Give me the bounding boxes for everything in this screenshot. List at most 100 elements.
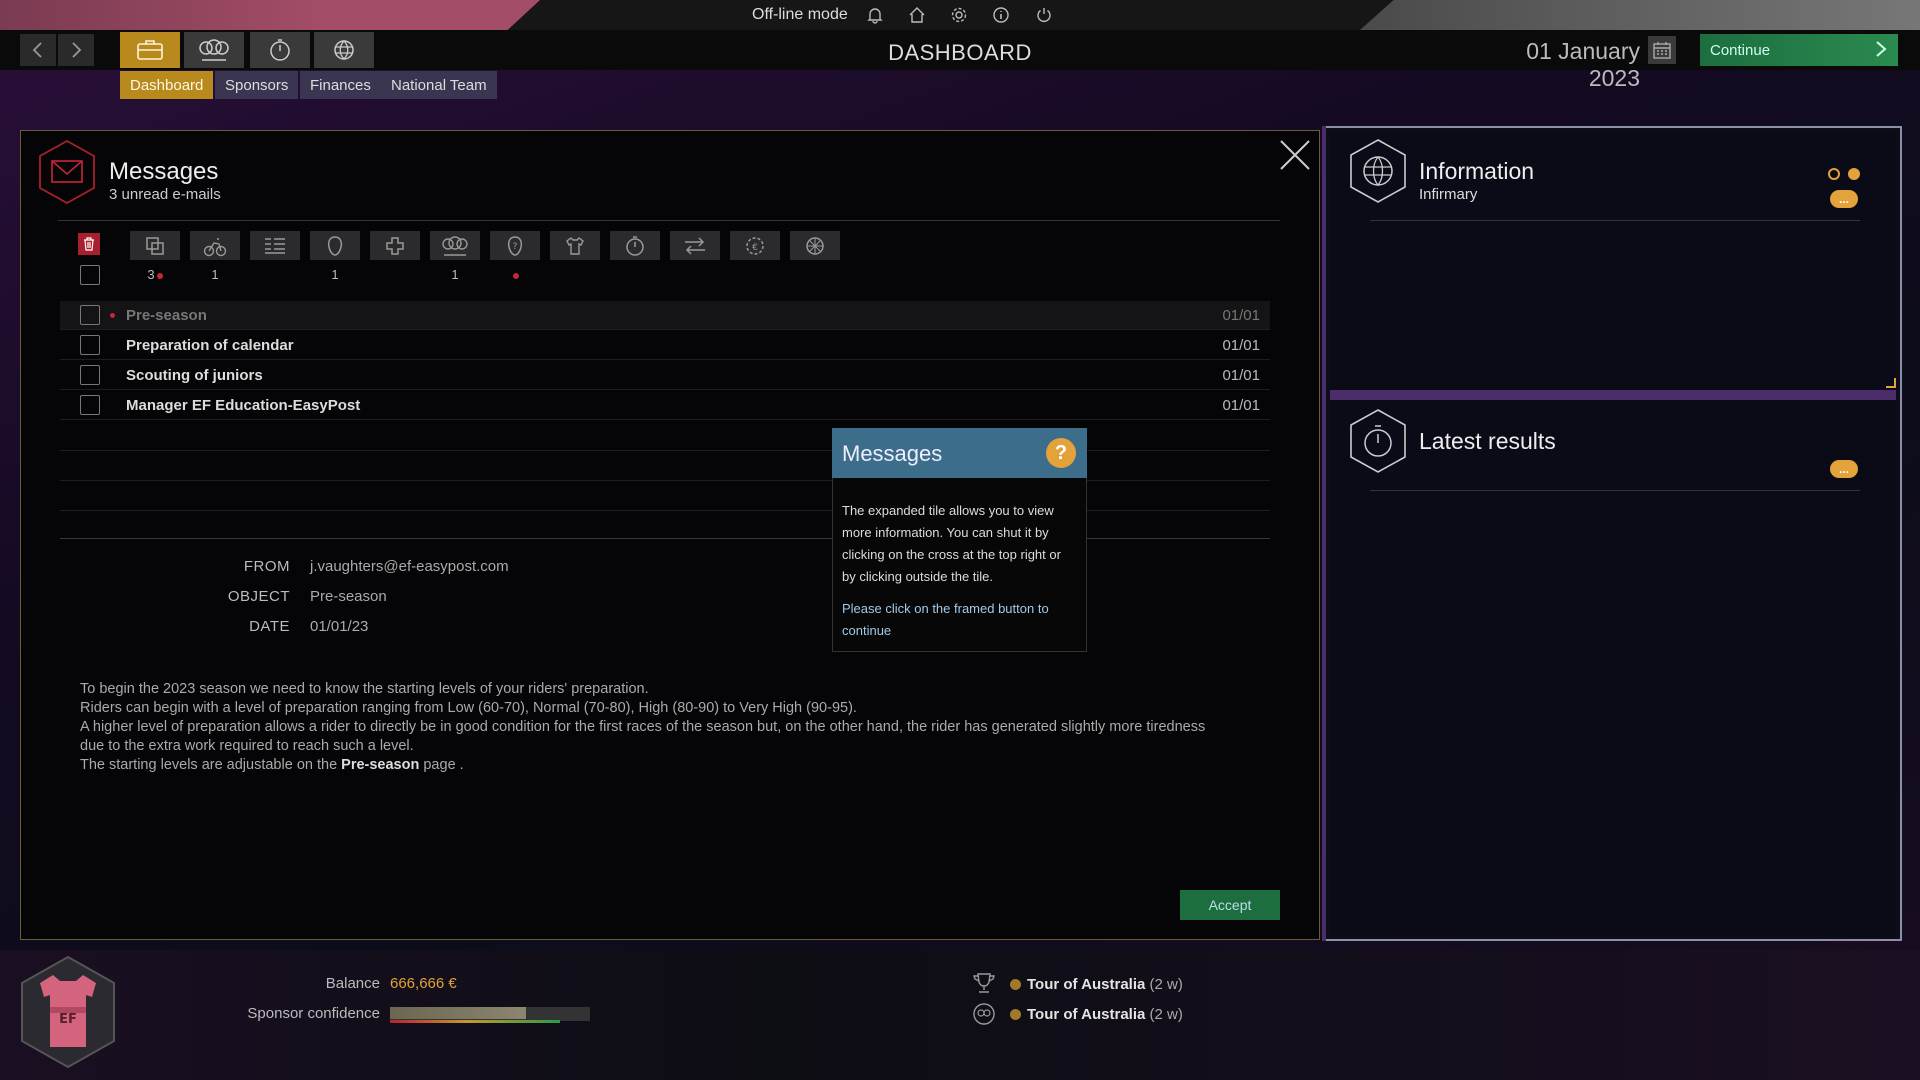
- balance-label: Balance: [325, 975, 380, 992]
- tab-races[interactable]: [250, 32, 310, 68]
- jersey-icon: [566, 236, 584, 255]
- from-label: FROM: [243, 558, 290, 575]
- delete-button[interactable]: [78, 233, 100, 255]
- svg-text:€: €: [752, 243, 758, 253]
- offline-mode-label: Off-line mode: [752, 6, 848, 23]
- help-icon[interactable]: ?: [1046, 438, 1076, 468]
- cyclist-icon: [203, 237, 227, 256]
- divider: [1370, 490, 1860, 491]
- sponsor-confidence-fill: [390, 1007, 526, 1019]
- filter-team[interactable]: [430, 231, 480, 260]
- tab-team[interactable]: [184, 32, 244, 68]
- date-label: DATE: [249, 618, 290, 635]
- calendar-icon: [1653, 42, 1671, 59]
- pre-season-link[interactable]: Pre-season: [341, 757, 419, 773]
- filter-medical[interactable]: [370, 231, 420, 260]
- message-row[interactable]: Manager EF Education-EasyPost 01/01: [60, 391, 1270, 420]
- row-checkbox[interactable]: [80, 305, 100, 325]
- balance-value: 666,666 €: [390, 975, 457, 992]
- latest-results-tile[interactable]: [1330, 400, 1896, 935]
- select-all-checkbox[interactable]: [80, 265, 100, 285]
- race-time: (2 w): [1149, 1006, 1183, 1023]
- filter-all[interactable]: [130, 231, 180, 260]
- filter-equipment[interactable]: [550, 231, 600, 260]
- results-hex-icon: [1348, 408, 1408, 479]
- race-name: Tour of Australia: [1027, 976, 1146, 993]
- information-title: Information: [1419, 158, 1535, 184]
- upcoming-race[interactable]: Tour of Australia (2 w): [1010, 1006, 1183, 1023]
- gear-icon[interactable]: [948, 4, 970, 26]
- filter-transfers[interactable]: [670, 231, 720, 260]
- unread-dot: [110, 313, 115, 318]
- message-row[interactable]: Scouting of juniors 01/01: [60, 361, 1270, 390]
- subtab-finances[interactable]: Finances: [300, 71, 381, 99]
- message-body: To begin the 2023 season we need to know…: [80, 680, 1280, 775]
- race-status-dot: [1010, 1009, 1021, 1020]
- body-text-fragment: page .: [419, 757, 464, 773]
- globe-icon: [334, 40, 354, 60]
- latest-results-title: Latest results: [1419, 428, 1556, 454]
- filter-list[interactable]: [250, 231, 300, 260]
- home-icon[interactable]: [906, 4, 928, 26]
- message-subject: Scouting of juniors: [126, 367, 263, 384]
- forward-button[interactable]: [58, 34, 94, 66]
- message-subject: Preparation of calendar: [126, 337, 294, 354]
- message-row[interactable]: Preparation of calendar 01/01: [60, 331, 1270, 360]
- unread-dot: [156, 272, 163, 279]
- subtab-dashboard[interactable]: Dashboard: [120, 71, 214, 99]
- information-more-button[interactable]: ...: [1830, 190, 1858, 208]
- filter-equipment-wheel[interactable]: [790, 231, 840, 260]
- information-content: [1330, 132, 1896, 390]
- divider: [60, 538, 1270, 539]
- page-dot-1[interactable]: [1828, 168, 1840, 180]
- page-title: DASHBOARD: [888, 40, 1032, 65]
- filter-riders[interactable]: [190, 231, 240, 260]
- calendar-button[interactable]: [1648, 36, 1676, 64]
- subtab-national-team[interactable]: National Team: [381, 71, 497, 99]
- svg-text:EF: EF: [59, 1012, 77, 1027]
- body-line: A higher level of preparation allows a r…: [80, 719, 1206, 735]
- information-hex-icon: [1348, 138, 1408, 209]
- power-icon[interactable]: [1033, 4, 1055, 26]
- filter-staff[interactable]: [310, 231, 360, 260]
- filter-scouting[interactable]: ?: [490, 231, 540, 260]
- tile-divider: [1330, 390, 1896, 400]
- filter-races[interactable]: [610, 231, 660, 260]
- wheel-icon: [806, 236, 824, 255]
- empty-row: [60, 480, 1270, 481]
- latest-results-more-button[interactable]: ...: [1830, 460, 1858, 478]
- information-subtitle: Infirmary: [1419, 186, 1478, 203]
- body-line: due to the extra work required to reach …: [80, 738, 414, 754]
- body-text-fragment: The starting levels are adjustable on th…: [80, 757, 342, 773]
- row-checkbox[interactable]: [80, 335, 100, 355]
- stopwatch-icon: [270, 39, 290, 61]
- accept-button[interactable]: Accept: [1180, 890, 1280, 920]
- subtab-sponsors[interactable]: Sponsors: [215, 71, 299, 99]
- body-line: To begin the 2023 season we need to know…: [80, 681, 649, 697]
- object-value: Pre-season: [310, 588, 387, 605]
- envelope-hex-icon: [38, 139, 96, 210]
- body-line: Riders can begin with a level of prepara…: [80, 700, 857, 716]
- tab-world[interactable]: [314, 32, 374, 68]
- sponsor-gear-icon: €: [746, 236, 764, 255]
- tab-management[interactable]: [120, 32, 180, 68]
- resize-handle[interactable]: [1886, 378, 1896, 388]
- message-row[interactable]: Pre-season 01/01: [60, 301, 1270, 330]
- close-button[interactable]: [1278, 138, 1312, 172]
- empty-row: [60, 450, 1270, 451]
- row-checkbox[interactable]: [80, 365, 100, 385]
- sponsor-confidence-scale: [390, 1020, 560, 1023]
- upcoming-race[interactable]: Tour of Australia (2 w): [1010, 976, 1183, 993]
- team-jersey-avatar[interactable]: EF: [18, 955, 118, 1075]
- page-dot-2[interactable]: [1848, 168, 1860, 180]
- svg-text:?: ?: [513, 242, 518, 252]
- continue-button[interactable]: Continue: [1700, 34, 1898, 66]
- close-icon: [1280, 140, 1310, 170]
- back-button[interactable]: [20, 34, 56, 66]
- filter-sponsors[interactable]: €: [730, 231, 780, 260]
- info-icon[interactable]: [990, 4, 1012, 26]
- row-checkbox[interactable]: [80, 395, 100, 415]
- bell-icon[interactable]: [864, 4, 886, 26]
- messages-title: Messages: [109, 158, 219, 185]
- message-subject: Manager EF Education-EasyPost: [126, 397, 361, 414]
